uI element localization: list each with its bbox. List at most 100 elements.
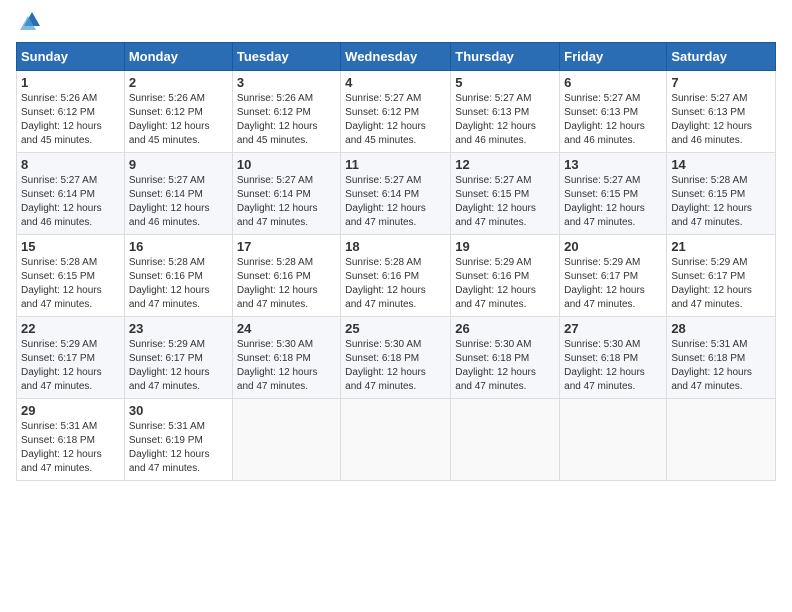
header-thursday: Thursday (451, 43, 560, 71)
calendar-cell: 12 Sunrise: 5:27 AMSunset: 6:15 PMDaylig… (451, 153, 560, 235)
day-number: 25 (345, 321, 446, 336)
calendar-week-row: 29 Sunrise: 5:31 AMSunset: 6:18 PMDaylig… (17, 399, 776, 481)
page-header (16, 16, 776, 32)
day-number: 6 (564, 75, 662, 90)
day-number: 30 (129, 403, 228, 418)
day-number: 9 (129, 157, 228, 172)
calendar-week-row: 15 Sunrise: 5:28 AMSunset: 6:15 PMDaylig… (17, 235, 776, 317)
day-number: 8 (21, 157, 120, 172)
calendar-cell: 14 Sunrise: 5:28 AMSunset: 6:15 PMDaylig… (667, 153, 776, 235)
day-info: Sunrise: 5:29 AMSunset: 6:17 PMDaylight:… (129, 339, 210, 392)
calendar-cell: 15 Sunrise: 5:28 AMSunset: 6:15 PMDaylig… (17, 235, 125, 317)
calendar-week-row: 1 Sunrise: 5:26 AMSunset: 6:12 PMDayligh… (17, 71, 776, 153)
day-info: Sunrise: 5:30 AMSunset: 6:18 PMDaylight:… (455, 339, 536, 392)
calendar-cell (560, 399, 667, 481)
calendar-cell: 17 Sunrise: 5:28 AMSunset: 6:16 PMDaylig… (232, 235, 340, 317)
calendar-cell: 24 Sunrise: 5:30 AMSunset: 6:18 PMDaylig… (232, 317, 340, 399)
calendar-cell: 10 Sunrise: 5:27 AMSunset: 6:14 PMDaylig… (232, 153, 340, 235)
calendar-cell: 26 Sunrise: 5:30 AMSunset: 6:18 PMDaylig… (451, 317, 560, 399)
day-info: Sunrise: 5:29 AMSunset: 6:16 PMDaylight:… (455, 257, 536, 310)
header-monday: Monday (124, 43, 232, 71)
calendar-cell: 20 Sunrise: 5:29 AMSunset: 6:17 PMDaylig… (560, 235, 667, 317)
day-info: Sunrise: 5:27 AMSunset: 6:13 PMDaylight:… (671, 93, 752, 146)
calendar-cell: 4 Sunrise: 5:27 AMSunset: 6:12 PMDayligh… (341, 71, 451, 153)
day-info: Sunrise: 5:30 AMSunset: 6:18 PMDaylight:… (237, 339, 318, 392)
calendar-cell: 9 Sunrise: 5:27 AMSunset: 6:14 PMDayligh… (124, 153, 232, 235)
logo-icon (20, 8, 44, 32)
header-tuesday: Tuesday (232, 43, 340, 71)
calendar-cell: 1 Sunrise: 5:26 AMSunset: 6:12 PMDayligh… (17, 71, 125, 153)
day-number: 2 (129, 75, 228, 90)
day-info: Sunrise: 5:27 AMSunset: 6:13 PMDaylight:… (455, 93, 536, 146)
day-number: 19 (455, 239, 555, 254)
calendar-week-row: 22 Sunrise: 5:29 AMSunset: 6:17 PMDaylig… (17, 317, 776, 399)
calendar-cell: 27 Sunrise: 5:30 AMSunset: 6:18 PMDaylig… (560, 317, 667, 399)
calendar-cell: 11 Sunrise: 5:27 AMSunset: 6:14 PMDaylig… (341, 153, 451, 235)
calendar-cell (232, 399, 340, 481)
calendar-cell (667, 399, 776, 481)
day-info: Sunrise: 5:28 AMSunset: 6:15 PMDaylight:… (671, 175, 752, 228)
day-number: 22 (21, 321, 120, 336)
calendar-header-row: SundayMondayTuesdayWednesdayThursdayFrid… (17, 43, 776, 71)
day-info: Sunrise: 5:27 AMSunset: 6:13 PMDaylight:… (564, 93, 645, 146)
calendar-cell: 6 Sunrise: 5:27 AMSunset: 6:13 PMDayligh… (560, 71, 667, 153)
day-info: Sunrise: 5:29 AMSunset: 6:17 PMDaylight:… (564, 257, 645, 310)
day-number: 16 (129, 239, 228, 254)
header-sunday: Sunday (17, 43, 125, 71)
day-info: Sunrise: 5:29 AMSunset: 6:17 PMDaylight:… (671, 257, 752, 310)
day-number: 4 (345, 75, 446, 90)
calendar-cell: 3 Sunrise: 5:26 AMSunset: 6:12 PMDayligh… (232, 71, 340, 153)
day-number: 1 (21, 75, 120, 90)
day-number: 28 (671, 321, 771, 336)
day-number: 23 (129, 321, 228, 336)
day-number: 18 (345, 239, 446, 254)
calendar-cell: 18 Sunrise: 5:28 AMSunset: 6:16 PMDaylig… (341, 235, 451, 317)
day-number: 12 (455, 157, 555, 172)
day-info: Sunrise: 5:31 AMSunset: 6:19 PMDaylight:… (129, 421, 210, 474)
day-number: 26 (455, 321, 555, 336)
day-number: 13 (564, 157, 662, 172)
day-number: 29 (21, 403, 120, 418)
calendar-table: SundayMondayTuesdayWednesdayThursdayFrid… (16, 42, 776, 481)
header-wednesday: Wednesday (341, 43, 451, 71)
calendar-cell: 13 Sunrise: 5:27 AMSunset: 6:15 PMDaylig… (560, 153, 667, 235)
day-info: Sunrise: 5:27 AMSunset: 6:14 PMDaylight:… (237, 175, 318, 228)
day-info: Sunrise: 5:27 AMSunset: 6:15 PMDaylight:… (455, 175, 536, 228)
day-info: Sunrise: 5:31 AMSunset: 6:18 PMDaylight:… (21, 421, 102, 474)
day-number: 21 (671, 239, 771, 254)
day-number: 24 (237, 321, 336, 336)
day-info: Sunrise: 5:26 AMSunset: 6:12 PMDaylight:… (237, 93, 318, 146)
calendar-cell: 30 Sunrise: 5:31 AMSunset: 6:19 PMDaylig… (124, 399, 232, 481)
calendar-cell: 28 Sunrise: 5:31 AMSunset: 6:18 PMDaylig… (667, 317, 776, 399)
day-info: Sunrise: 5:28 AMSunset: 6:16 PMDaylight:… (129, 257, 210, 310)
calendar-cell: 5 Sunrise: 5:27 AMSunset: 6:13 PMDayligh… (451, 71, 560, 153)
day-info: Sunrise: 5:30 AMSunset: 6:18 PMDaylight:… (564, 339, 645, 392)
calendar-cell: 8 Sunrise: 5:27 AMSunset: 6:14 PMDayligh… (17, 153, 125, 235)
day-number: 17 (237, 239, 336, 254)
calendar-cell: 22 Sunrise: 5:29 AMSunset: 6:17 PMDaylig… (17, 317, 125, 399)
day-number: 10 (237, 157, 336, 172)
day-info: Sunrise: 5:28 AMSunset: 6:15 PMDaylight:… (21, 257, 102, 310)
header-friday: Friday (560, 43, 667, 71)
day-number: 27 (564, 321, 662, 336)
day-info: Sunrise: 5:27 AMSunset: 6:14 PMDaylight:… (21, 175, 102, 228)
day-info: Sunrise: 5:31 AMSunset: 6:18 PMDaylight:… (671, 339, 752, 392)
calendar-week-row: 8 Sunrise: 5:27 AMSunset: 6:14 PMDayligh… (17, 153, 776, 235)
calendar-cell (341, 399, 451, 481)
header-saturday: Saturday (667, 43, 776, 71)
day-info: Sunrise: 5:27 AMSunset: 6:14 PMDaylight:… (345, 175, 426, 228)
day-number: 15 (21, 239, 120, 254)
day-number: 14 (671, 157, 771, 172)
day-info: Sunrise: 5:26 AMSunset: 6:12 PMDaylight:… (129, 93, 210, 146)
logo (16, 16, 44, 32)
day-info: Sunrise: 5:28 AMSunset: 6:16 PMDaylight:… (237, 257, 318, 310)
day-number: 20 (564, 239, 662, 254)
calendar-cell: 16 Sunrise: 5:28 AMSunset: 6:16 PMDaylig… (124, 235, 232, 317)
calendar-cell (451, 399, 560, 481)
day-number: 5 (455, 75, 555, 90)
calendar-cell: 29 Sunrise: 5:31 AMSunset: 6:18 PMDaylig… (17, 399, 125, 481)
calendar-cell: 23 Sunrise: 5:29 AMSunset: 6:17 PMDaylig… (124, 317, 232, 399)
day-number: 11 (345, 157, 446, 172)
calendar-cell: 19 Sunrise: 5:29 AMSunset: 6:16 PMDaylig… (451, 235, 560, 317)
calendar-cell: 7 Sunrise: 5:27 AMSunset: 6:13 PMDayligh… (667, 71, 776, 153)
